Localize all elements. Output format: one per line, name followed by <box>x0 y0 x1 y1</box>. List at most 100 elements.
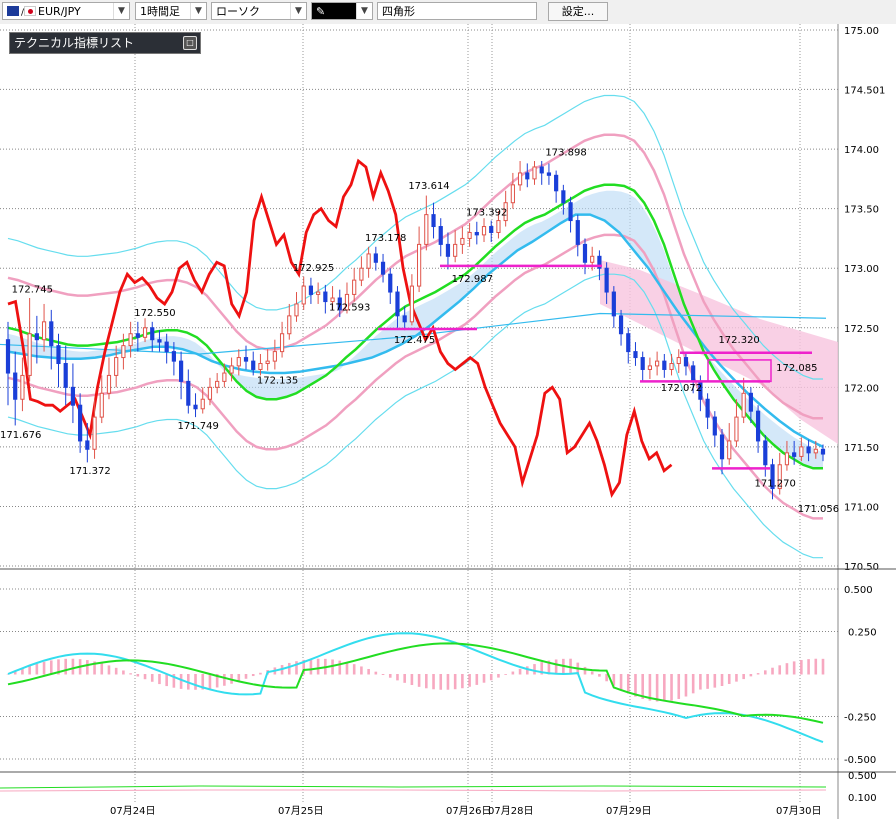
candle-body <box>121 345 126 359</box>
macd-histogram-bar <box>179 674 183 689</box>
macd-histogram-bar <box>720 674 724 686</box>
price-label: 172.135 <box>257 375 298 386</box>
macd-histogram-bar <box>100 663 104 675</box>
indicator-list-panel[interactable]: テクニカル指標リスト □ <box>9 32 201 54</box>
candle-body <box>258 363 263 370</box>
candle-body <box>63 363 68 388</box>
macd-histogram-bar <box>345 662 349 675</box>
candle-body <box>611 291 616 317</box>
macd-histogram-bar <box>425 674 428 689</box>
macd-histogram-bar <box>223 674 226 686</box>
sub-axis-label: 0.100 <box>848 793 877 804</box>
price-label: 172.550 <box>134 308 175 319</box>
macd-histogram-bar <box>792 661 796 675</box>
candle-body <box>171 351 176 362</box>
price-label: 172.320 <box>718 335 759 346</box>
macd-histogram-bar <box>742 674 745 680</box>
candle-body <box>388 273 393 293</box>
symbol-select[interactable]: / EUR/JPY ▼ <box>2 2 130 20</box>
price-label: 172.925 <box>293 263 334 274</box>
candle-body <box>186 380 191 406</box>
candle-body <box>474 231 479 236</box>
eu-flag-icon <box>7 6 19 16</box>
candle-body <box>272 351 277 362</box>
draw-shape-field[interactable]: 四角形 <box>377 2 537 20</box>
candle-body <box>13 372 18 400</box>
macd-histogram-bar <box>417 674 421 687</box>
price-label: 172.085 <box>776 363 817 374</box>
macd-histogram-bar <box>410 674 414 686</box>
candle-body <box>662 360 667 370</box>
macd-histogram-bar <box>807 659 810 675</box>
candle-body <box>792 452 797 457</box>
candle-body <box>719 434 725 460</box>
chart-style-select[interactable]: ローソク ▼ <box>211 2 307 20</box>
macd-axis-label: 0.500 <box>844 585 873 596</box>
macd-histogram-bar <box>655 674 659 702</box>
candle-body <box>784 452 790 466</box>
candle-body <box>820 448 826 455</box>
macd-histogram-bar <box>684 674 688 697</box>
settings-button[interactable]: 設定... <box>548 2 608 21</box>
price-chart[interactable]: 175.00 174.501 174.00 173.50 173.00 172.50 172… <box>0 24 896 819</box>
y-tick-label: 175.00 <box>844 26 879 37</box>
settings-label: 設定... <box>561 5 595 18</box>
y-tick-label: 173.50 <box>844 205 879 216</box>
macd-histogram-bar <box>136 674 140 677</box>
macd-histogram-bar <box>489 674 493 681</box>
x-axis-date-label: 07月29日 <box>606 805 651 817</box>
candle-body <box>460 237 465 245</box>
price-label: 173.392 <box>466 208 507 219</box>
macd-histogram-bar <box>554 659 558 675</box>
macd-histogram-bar <box>713 674 717 688</box>
macd-histogram-bar <box>64 658 67 675</box>
candle-body <box>438 226 443 245</box>
candle-body <box>755 410 761 442</box>
candle-body <box>85 440 90 450</box>
macd-histogram-bar <box>432 674 435 690</box>
price-label: 172.072 <box>661 383 702 394</box>
macd-histogram-bar <box>583 666 587 675</box>
candle-body <box>424 214 429 245</box>
candle-body <box>243 357 249 362</box>
candle-body <box>546 172 552 176</box>
candle-body <box>395 291 400 317</box>
macd-histogram-bar <box>497 674 500 678</box>
macd-histogram-bar <box>208 674 212 689</box>
candle-body <box>193 404 198 410</box>
minimize-icon[interactable]: □ <box>183 36 197 50</box>
candle-body <box>489 226 494 233</box>
macd-histogram-bar <box>785 663 789 675</box>
symbol-label: EUR/JPY <box>38 5 81 18</box>
candle-body <box>467 231 472 239</box>
candle-body <box>806 446 811 454</box>
macd-histogram-bar <box>396 674 399 681</box>
macd-histogram-bar <box>129 673 132 675</box>
macd-histogram-bar <box>194 674 197 690</box>
candle-body <box>70 386 76 406</box>
macd-histogram-bar <box>518 668 522 675</box>
candle-body <box>575 220 580 245</box>
chart-style-label: ローソク <box>216 5 260 18</box>
macd-histogram-bar <box>352 664 356 675</box>
y-tick-label: 170.50 <box>844 562 879 573</box>
macd-histogram-bar <box>374 671 378 675</box>
timeframe-select[interactable]: 1時間足 ▼ <box>135 2 207 20</box>
price-label: 171.056 <box>798 504 839 515</box>
macd-histogram-bar <box>446 674 450 690</box>
candle-body <box>200 398 205 410</box>
candle-body <box>517 172 523 186</box>
candle-body <box>34 333 39 341</box>
macd-histogram-bar <box>49 660 53 675</box>
candle-body <box>373 253 378 263</box>
macd-histogram-bar <box>619 674 623 690</box>
macd-histogram-bar <box>388 674 392 678</box>
candle-body <box>561 190 566 204</box>
macd-histogram-bar <box>511 671 515 675</box>
draw-tool-select[interactable]: ✎ ▼ <box>311 2 373 20</box>
macd-histogram-bar <box>677 674 681 699</box>
y-tick-label: 174.00 <box>844 145 879 156</box>
candle-body <box>481 226 487 236</box>
candle-body <box>734 416 739 442</box>
candle-body <box>604 267 609 293</box>
